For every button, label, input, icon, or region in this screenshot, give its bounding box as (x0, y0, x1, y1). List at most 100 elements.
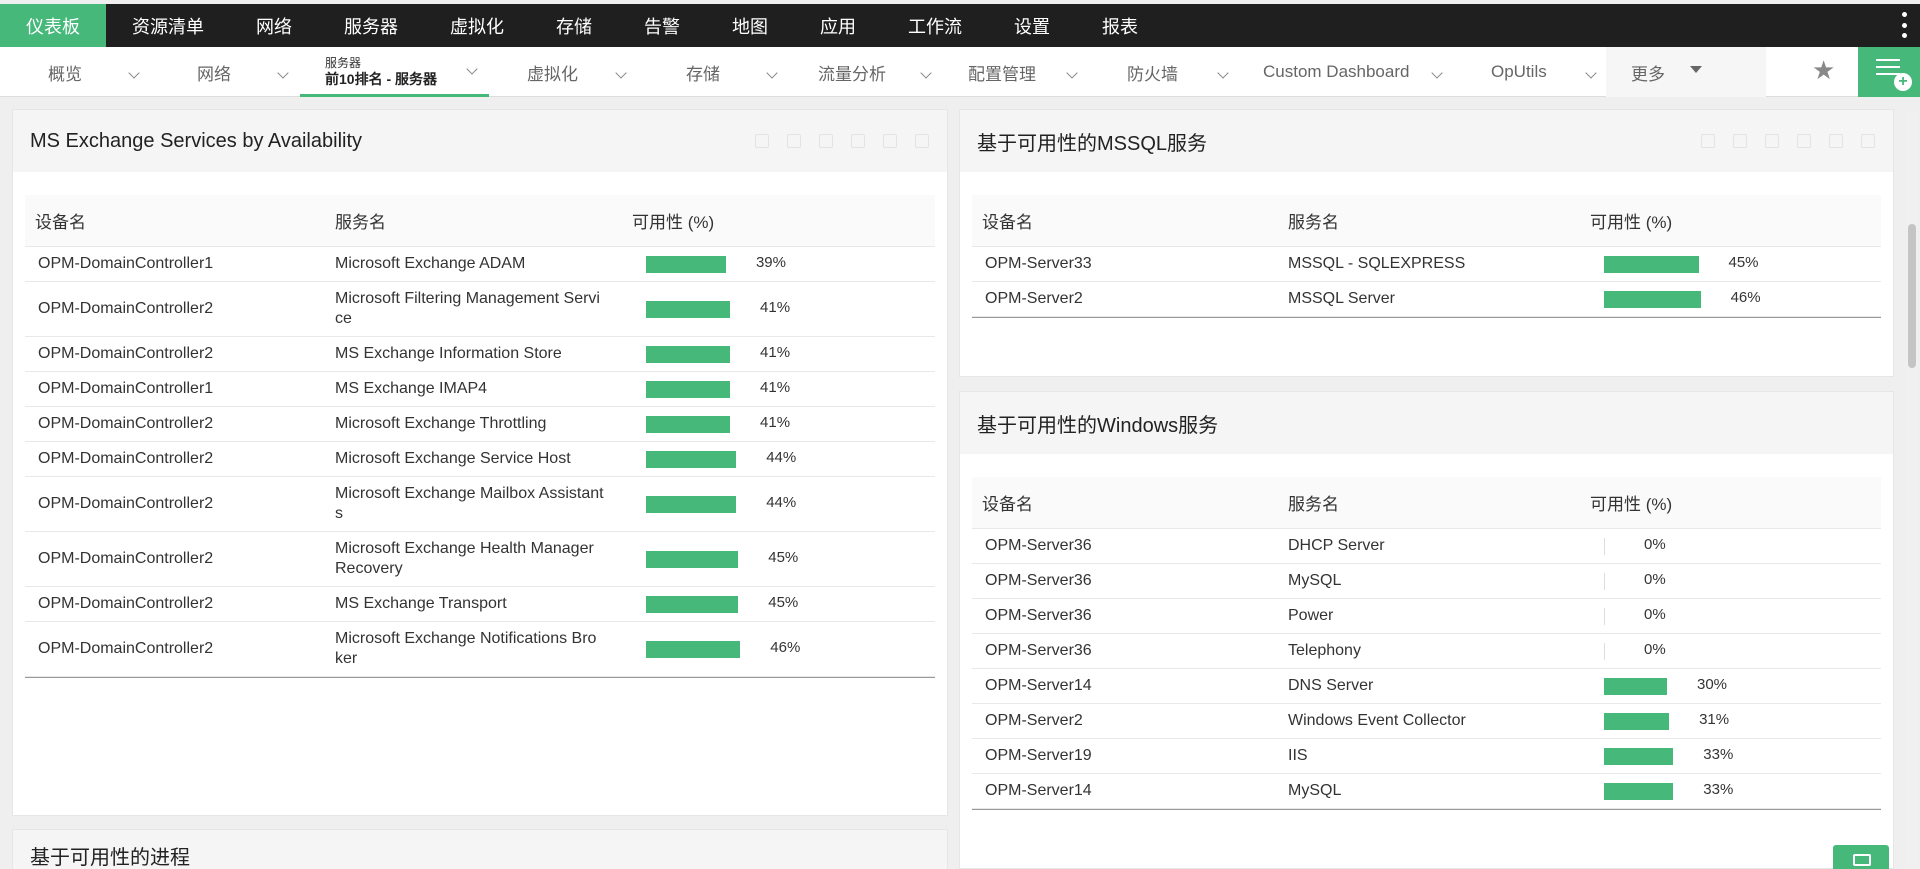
page-scrollbar[interactable] (1906, 106, 1918, 869)
chevron-down-icon[interactable] (128, 67, 140, 79)
report-icon[interactable] (787, 134, 801, 148)
table-row[interactable]: OPM-DomainController2 Microsoft Exchange … (25, 477, 935, 532)
table-row[interactable]: OPM-DomainController1 MS Exchange IMAP4 41… (25, 372, 935, 407)
tab-network[interactable]: 网络 (197, 47, 297, 97)
tab-oputils[interactable]: OpUtils (1491, 47, 1601, 97)
column-header[interactable]: 设备名 (982, 490, 1033, 515)
device-name[interactable]: OPM-DomainController2 (38, 450, 213, 468)
chevron-down-icon[interactable] (466, 63, 478, 75)
nav-network[interactable]: 网络 (230, 4, 318, 47)
nav-inventory[interactable]: 资源清单 (106, 4, 230, 47)
more-options-icon[interactable] (1900, 12, 1908, 38)
nav-reports[interactable]: 报表 (1076, 4, 1164, 47)
column-header[interactable]: 服务名 (335, 208, 386, 233)
device-name[interactable]: OPM-Server36 (985, 572, 1092, 590)
copy-icon[interactable] (1797, 134, 1811, 148)
device-name[interactable]: OPM-DomainController2 (38, 300, 213, 318)
table-row[interactable]: OPM-Server14 DNS Server 30% (972, 669, 1881, 704)
chevron-down-icon[interactable] (1431, 67, 1443, 79)
tab-traffic-analysis[interactable]: 流量分析 (818, 47, 938, 97)
column-header[interactable]: 服务名 (1288, 490, 1339, 515)
device-name[interactable]: OPM-DomainController2 (38, 415, 213, 433)
column-header[interactable]: 服务名 (1288, 208, 1339, 233)
chevron-down-icon[interactable] (1217, 67, 1229, 79)
table-row[interactable]: OPM-DomainController2 MS Exchange Transpo… (25, 587, 935, 622)
delete-icon[interactable] (915, 134, 929, 148)
chevron-down-icon[interactable] (920, 67, 932, 79)
column-header[interactable]: 可用性 (%) (632, 208, 714, 233)
device-name[interactable]: OPM-Server36 (985, 642, 1092, 660)
tab-top10-servers[interactable]: 服务器 前10排名 - 服务器 (300, 47, 489, 97)
table-row[interactable]: OPM-Server2 Windows Event Collector 31% (972, 704, 1881, 739)
column-header[interactable]: 设备名 (35, 208, 86, 233)
refresh-icon[interactable] (755, 134, 769, 148)
table-row[interactable]: OPM-Server2 MSSQL Server 46% (972, 282, 1881, 317)
device-name[interactable]: OPM-DomainController2 (38, 595, 213, 613)
scrollbar-thumb[interactable] (1908, 224, 1916, 368)
nav-alarms[interactable]: 告警 (618, 4, 706, 47)
settings-icon[interactable] (883, 134, 897, 148)
tab-custom-dashboard[interactable]: Custom Dashboard (1263, 47, 1443, 97)
edit-icon[interactable] (1765, 134, 1779, 148)
settings-icon[interactable] (1829, 134, 1843, 148)
tab-config-management[interactable]: 配置管理 (968, 47, 1088, 97)
column-header[interactable]: 可用性 (%) (1590, 208, 1672, 233)
chevron-down-icon[interactable] (1066, 67, 1078, 79)
chevron-down-icon[interactable] (615, 67, 627, 79)
caret-down-icon[interactable] (1690, 66, 1702, 73)
tab-virtualization[interactable]: 虚拟化 (527, 47, 627, 97)
table-row[interactable]: OPM-DomainController2 Microsoft Exchange … (25, 407, 935, 442)
delete-icon[interactable] (1861, 134, 1875, 148)
column-header[interactable]: 设备名 (982, 208, 1033, 233)
table-row[interactable]: OPM-DomainController2 MS Exchange Informa… (25, 337, 935, 372)
chevron-down-icon[interactable] (1585, 67, 1597, 79)
nav-storage[interactable]: 存储 (530, 4, 618, 47)
nav-dashboard[interactable]: 仪表板 (0, 4, 106, 47)
column-header[interactable]: 可用性 (%) (1590, 490, 1672, 515)
table-row[interactable]: OPM-Server19 IIS 33% (972, 739, 1881, 774)
table-row[interactable]: OPM-Server33 MSSQL - SQLEXPRESS 45% (972, 247, 1881, 282)
edit-icon[interactable] (819, 134, 833, 148)
table-row[interactable]: OPM-DomainController1 Microsoft Exchange … (25, 247, 935, 282)
favorite-star-icon[interactable]: ★ (1812, 55, 1835, 85)
device-name[interactable]: OPM-DomainController2 (38, 550, 213, 568)
tab-overview[interactable]: 概览 (48, 47, 148, 97)
device-name[interactable]: OPM-Server14 (985, 677, 1092, 695)
chevron-down-icon[interactable] (766, 67, 778, 79)
table-row[interactable]: OPM-Server36 DHCP Server 0% (972, 529, 1881, 564)
chat-button[interactable] (1833, 845, 1889, 869)
device-name[interactable]: OPM-Server14 (985, 782, 1092, 800)
device-name[interactable]: OPM-Server2 (985, 712, 1083, 730)
device-name[interactable]: OPM-Server33 (985, 255, 1092, 273)
device-name[interactable]: OPM-DomainController2 (38, 495, 213, 513)
tab-more[interactable]: 更多 (1606, 47, 1766, 97)
chevron-down-icon[interactable] (277, 67, 289, 79)
table-row[interactable]: OPM-Server36 Power 0% (972, 599, 1881, 634)
device-name[interactable]: OPM-Server36 (985, 537, 1092, 555)
device-name[interactable]: OPM-DomainController1 (38, 255, 213, 273)
add-widget-button[interactable]: + (1858, 47, 1920, 97)
tab-storage[interactable]: 存储 (686, 47, 786, 97)
table-row[interactable]: OPM-DomainController2 Microsoft Filtering… (25, 282, 935, 337)
device-name[interactable]: OPM-DomainController2 (38, 345, 213, 363)
nav-workflow[interactable]: 工作流 (882, 4, 988, 47)
nav-servers[interactable]: 服务器 (318, 4, 424, 47)
copy-icon[interactable] (851, 134, 865, 148)
nav-apps[interactable]: 应用 (794, 4, 882, 47)
table-row[interactable]: OPM-Server14 MySQL 33% (972, 774, 1881, 809)
nav-virtualization[interactable]: 虚拟化 (424, 4, 530, 47)
table-row[interactable]: OPM-DomainController2 Microsoft Exchange … (25, 442, 935, 477)
device-name[interactable]: OPM-DomainController1 (38, 380, 213, 398)
nav-maps[interactable]: 地图 (706, 4, 794, 47)
tab-firewall[interactable]: 防火墙 (1127, 47, 1229, 97)
nav-settings[interactable]: 设置 (988, 4, 1076, 47)
device-name[interactable]: OPM-Server19 (985, 747, 1092, 765)
refresh-icon[interactable] (1701, 134, 1715, 148)
table-row[interactable]: OPM-Server36 MySQL 0% (972, 564, 1881, 599)
table-row[interactable]: OPM-DomainController2 Microsoft Exchange … (25, 622, 935, 677)
device-name[interactable]: OPM-Server2 (985, 290, 1083, 308)
device-name[interactable]: OPM-DomainController2 (38, 640, 213, 658)
table-row[interactable]: OPM-Server36 Telephony 0% (972, 634, 1881, 669)
table-row[interactable]: OPM-DomainController2 Microsoft Exchange … (25, 532, 935, 587)
device-name[interactable]: OPM-Server36 (985, 607, 1092, 625)
